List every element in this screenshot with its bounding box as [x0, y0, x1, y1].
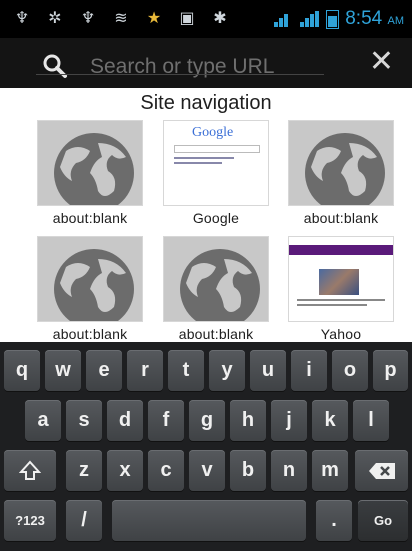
key-f[interactable]: f	[148, 400, 184, 441]
image-icon: ▣	[179, 8, 195, 27]
key-l[interactable]: l	[353, 400, 389, 441]
url-underline	[36, 74, 324, 75]
url-placeholder: Search or type URL	[90, 55, 275, 78]
globe-thumbnail	[163, 236, 269, 322]
usb-icon: ♆	[80, 8, 96, 27]
clock: 8:54 AM	[345, 8, 404, 29]
yahoo-text-line	[297, 304, 367, 306]
url-input[interactable]: Search or type URL	[12, 44, 352, 80]
key-i[interactable]: i	[291, 350, 327, 391]
battery-icon	[326, 9, 340, 29]
shift-key[interactable]	[4, 450, 56, 491]
key-x[interactable]: x	[107, 450, 143, 491]
tile-label: about:blank	[303, 210, 379, 226]
key-q[interactable]: q	[4, 350, 40, 391]
google-logo: Google	[192, 125, 234, 140]
key-c[interactable]: c	[148, 450, 184, 491]
go-key[interactable]: Go	[358, 500, 408, 541]
globe-thumbnail	[37, 120, 143, 206]
wifi-signal-icon	[274, 11, 294, 27]
key-m[interactable]: m	[312, 450, 348, 491]
status-bar: ♆ ✲ ♆ ≋ ★ ▣ ✱ 8:54 AM	[0, 0, 412, 38]
key-z[interactable]: z	[66, 450, 102, 491]
key-d[interactable]: d	[107, 400, 143, 441]
symbols-key[interactable]: ?123	[4, 500, 56, 541]
key-r[interactable]: r	[127, 350, 163, 391]
alert-icon: ✱	[213, 8, 227, 27]
backspace-icon	[368, 462, 395, 479]
google-text-line	[174, 157, 234, 159]
yahoo-header-bar	[289, 245, 393, 255]
wifi-icon: ≋	[114, 8, 128, 27]
star-icon: ★	[146, 8, 162, 27]
key-o[interactable]: o	[332, 350, 368, 391]
close-icon[interactable]: ✕	[369, 47, 394, 77]
key-w[interactable]: w	[45, 350, 81, 391]
site-tile[interactable]: about:blank	[37, 120, 143, 226]
backspace-key[interactable]	[355, 450, 408, 491]
yahoo-text-line	[297, 299, 385, 301]
url-bar: Search or type URL ✕	[0, 38, 412, 88]
android-debug-icon: ✲	[48, 8, 62, 27]
tile-label: Yahoo	[320, 326, 362, 342]
key-v[interactable]: v	[189, 450, 225, 491]
key-t[interactable]: t	[168, 350, 204, 391]
globe-icon	[54, 133, 134, 205]
search-icon	[43, 54, 67, 78]
soft-keyboard: q w e r t y u i o p a s d f g h j k l z …	[0, 342, 412, 551]
usb-icon: ♆	[14, 8, 30, 27]
globe-icon	[54, 249, 134, 321]
page-title: Site navigation	[140, 92, 272, 114]
yahoo-thumbnail	[288, 236, 394, 322]
key-h[interactable]: h	[230, 400, 266, 441]
globe-icon	[305, 133, 385, 205]
period-key[interactable]: .	[316, 500, 352, 541]
tile-label: about:blank	[178, 326, 254, 342]
key-j[interactable]: j	[271, 400, 307, 441]
key-n[interactable]: n	[271, 450, 307, 491]
slash-key[interactable]: /	[66, 500, 102, 541]
globe-icon	[180, 249, 260, 321]
key-k[interactable]: k	[312, 400, 348, 441]
key-a[interactable]: a	[25, 400, 61, 441]
tile-label: about:blank	[52, 326, 128, 342]
site-tile[interactable]: about:blank	[288, 120, 394, 226]
tile-label: Google	[192, 210, 240, 226]
key-b[interactable]: b	[230, 450, 266, 491]
yahoo-photo	[319, 269, 359, 295]
space-key[interactable]	[112, 500, 306, 541]
key-y[interactable]: y	[209, 350, 245, 391]
site-tile[interactable]: about:blank	[37, 236, 143, 342]
globe-thumbnail	[37, 236, 143, 322]
key-e[interactable]: e	[86, 350, 122, 391]
site-tile[interactable]: about:blank	[163, 236, 269, 342]
shift-icon	[19, 460, 41, 480]
key-u[interactable]: u	[250, 350, 286, 391]
cell-signal-icon	[300, 11, 320, 27]
key-g[interactable]: g	[189, 400, 225, 441]
google-search-box	[174, 145, 260, 153]
google-text-line	[174, 162, 222, 164]
key-p[interactable]: p	[373, 350, 408, 391]
globe-thumbnail	[288, 120, 394, 206]
site-tile[interactable]: Google Google	[163, 120, 269, 226]
notification-icons: ♆ ✲ ♆ ≋ ★ ▣ ✱	[14, 8, 228, 27]
google-thumbnail: Google	[163, 120, 269, 206]
site-tile[interactable]: Yahoo	[288, 236, 394, 342]
key-s[interactable]: s	[66, 400, 102, 441]
tile-label: about:blank	[52, 210, 128, 226]
